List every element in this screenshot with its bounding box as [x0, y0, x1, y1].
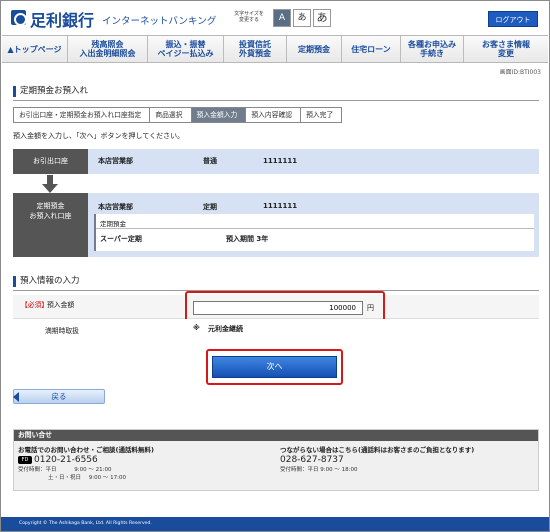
from-number: 1111111	[263, 157, 298, 165]
step-confirm: 預入内容確認	[245, 107, 302, 123]
to-header-line1: 定期預金	[36, 202, 65, 210]
maturity-value: 元利金継続	[208, 325, 243, 333]
time-deposit-label: 定期預金	[100, 220, 126, 228]
inquiry-title: お問い合せ	[14, 430, 538, 441]
step-complete: 預入完了	[300, 107, 343, 123]
hours-label: 受付時間：	[18, 467, 46, 473]
paid-line-heading: つながらない場合はこちら(通話料はお客さまのご負担となります)	[280, 446, 475, 454]
required-badge: 【必須】	[21, 301, 49, 309]
inquiry-free: お電話でのお問い合わせ・ご相談(通話料無料) FD 0120-21-6556 受付…	[18, 444, 154, 481]
maturity-marker: ※	[193, 324, 200, 332]
nav-time-deposit[interactable]: 定期預金	[287, 36, 342, 62]
deposit-info-title: 預入情報の入力	[13, 275, 539, 291]
amount-unit: 円	[367, 304, 374, 312]
step-amount: 預入金額入力	[190, 107, 247, 123]
nav-housing-loan[interactable]: 住宅ローン	[342, 36, 401, 62]
inquiry-box: お問い合せ お電話でのお問い合わせ・ご相談(通話料無料) FD 0120-21-6…	[13, 429, 539, 491]
to-header-line2: お預入れ口座	[29, 212, 72, 220]
page: 足利銀行 インターネットバンキング 文字サイズを変更する A あ あ ログアウト…	[1, 1, 549, 531]
weekend-label: 土・日・祝日	[48, 475, 82, 481]
deposit-term: 預入期間 3年	[226, 235, 269, 243]
product-name: スーパー定期	[100, 235, 142, 243]
maturity-label: 満期時取扱	[45, 327, 79, 335]
to-account-row: 本店営業部 定期 1111111 定期預金 スーパー定期 預入期間 3年	[88, 193, 539, 257]
nav-applications[interactable]: 各種お申込み 手続き	[401, 36, 464, 62]
from-type: 普通	[203, 157, 217, 165]
amount-input[interactable]	[193, 301, 363, 315]
from-branch: 本店営業部	[98, 157, 133, 165]
logout-button[interactable]: ログアウト	[488, 11, 538, 27]
step-product: 商品選択	[149, 107, 192, 123]
maturity-row: 満期時取扱 ※ 元利金継続	[13, 319, 539, 339]
inquiry-paid: つながらない場合はこちら(通話料はお客さまのご負担となります) 028-627-…	[280, 444, 474, 473]
to-number: 1111111	[263, 202, 298, 210]
font-size-small-button[interactable]: A	[273, 9, 291, 27]
service-name: インターネットバンキング	[102, 16, 217, 27]
next-button[interactable]: 次へ	[212, 356, 337, 378]
progress-steps: お引出口座・定期預金お預入れ口座指定 商品選択 預入金額入力 預入内容確認 預入…	[13, 107, 343, 123]
bank-name: 足利銀行	[30, 11, 95, 30]
nav-balance[interactable]: 残高照会 入出金明細照会	[68, 36, 148, 62]
free-dial-icon: FD	[18, 455, 32, 464]
screen-id: 画面ID:BTI003	[499, 69, 541, 76]
bank-logo-icon	[11, 10, 27, 26]
paid-line-hours: 受付時間：平日 9:00 ～ 18:00	[280, 467, 358, 473]
free-dial-heading: お電話でのお問い合わせ・ご相談(通話料無料)	[18, 446, 154, 454]
instruction-text: 預入金額を入力し、「次へ」ボタンを押してください。	[13, 132, 185, 140]
global-nav: ▲トップページ 残高照会 入出金明細照会 振込・振替 ペイジー払込み 投資信託 …	[2, 35, 548, 63]
to-account-header: 定期預金 お預入れ口座	[13, 193, 88, 257]
amount-label: 預入金額	[47, 301, 75, 309]
to-branch: 本店営業部	[98, 203, 133, 211]
font-size-large-button[interactable]: あ	[313, 9, 331, 27]
time-deposit-detail: 定期預金 スーパー定期 預入期間 3年	[94, 214, 534, 251]
nav-transfer[interactable]: 振込・振替 ペイジー払込み	[148, 36, 224, 62]
account-table: お引出口座 本店営業部 普通 1111111 定期預金 お預入れ口座 本店営業部…	[13, 149, 539, 257]
step-account: お引出口座・定期預金お預入れ口座指定	[13, 107, 151, 123]
paid-line-number: 028-627-8737	[280, 455, 344, 465]
arrow-down-icon	[42, 175, 58, 193]
from-account-header: お引出口座	[13, 149, 88, 174]
nav-fund[interactable]: 投資信託 外貨預金	[224, 36, 287, 62]
nav-customer-info[interactable]: お客さま情報 変更	[464, 36, 548, 62]
free-dial-number: 0120-21-6556	[34, 455, 98, 465]
footer-copyright: Copyright © The Ashikaga Bank, Ltd. All …	[1, 517, 549, 531]
back-button[interactable]: 戻る	[13, 389, 105, 404]
nav-top[interactable]: ▲トップページ	[2, 36, 68, 62]
font-size-label: 文字サイズを変更する	[234, 11, 264, 23]
weekend-hours: 9:00 ～ 17:00	[88, 475, 126, 481]
to-type: 定期	[203, 203, 217, 211]
site-header: 足利銀行 インターネットバンキング 文字サイズを変更する A あ あ ログアウト	[1, 1, 549, 35]
from-account-row: 本店営業部 普通 1111111	[88, 149, 539, 174]
page-title: 定期預金お預入れ	[13, 85, 539, 101]
font-size-medium-button[interactable]: あ	[293, 9, 311, 27]
